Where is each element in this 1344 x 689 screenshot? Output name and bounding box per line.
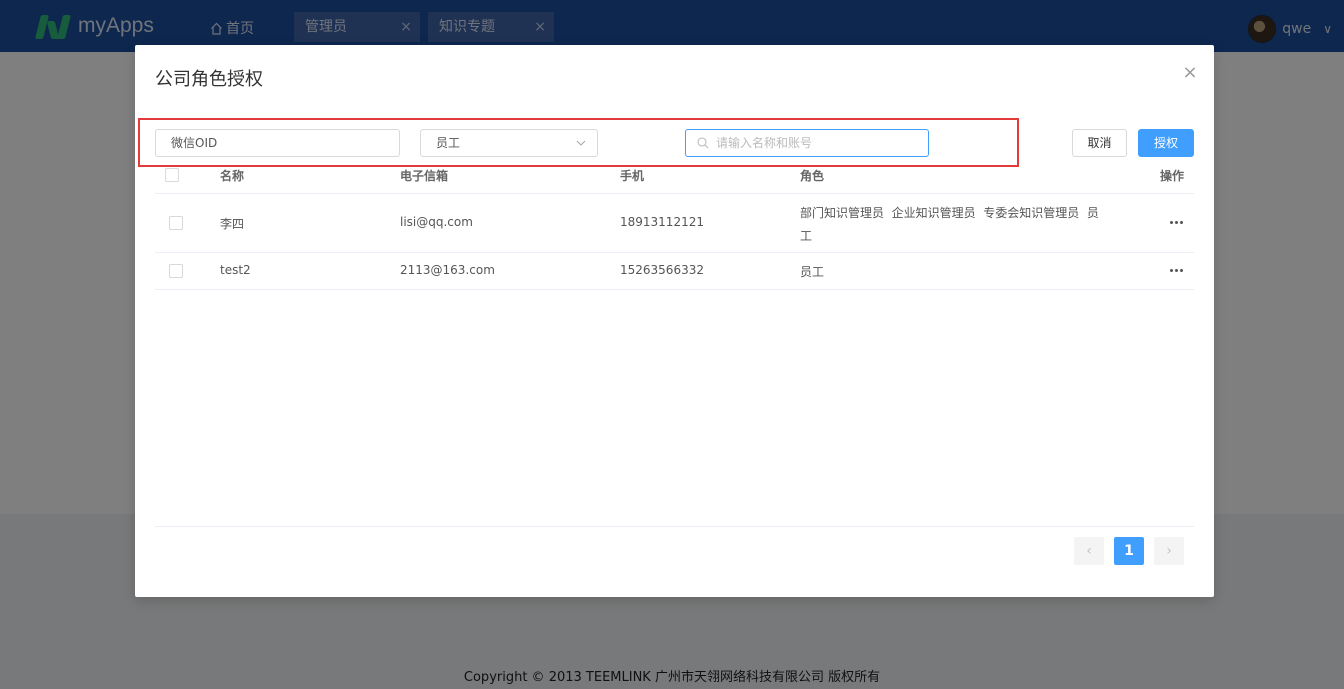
cell-phone: 18913112121 bbox=[620, 215, 704, 229]
authorize-button[interactable]: 授权 bbox=[1138, 129, 1194, 157]
column-header-name: 名称 bbox=[220, 169, 245, 183]
close-icon[interactable]: × bbox=[1182, 64, 1198, 82]
table-divider bbox=[155, 252, 1194, 253]
pagination-divider bbox=[155, 526, 1194, 527]
cell-name: 李四 bbox=[220, 217, 245, 231]
role-select[interactable]: 员工 bbox=[420, 129, 598, 157]
chevron-down-icon bbox=[576, 140, 586, 146]
role-authorize-dialog: 公司角色授权 × 微信OID 员工 请输入名称和账号 取消 授权 名称 电子信箱… bbox=[135, 45, 1214, 597]
page-1-button[interactable]: 1 bbox=[1114, 537, 1144, 565]
cell-role-wrap: 工 bbox=[800, 229, 813, 243]
role-select-value: 员工 bbox=[436, 136, 461, 150]
row-checkbox[interactable] bbox=[169, 264, 183, 278]
search-icon bbox=[697, 137, 709, 149]
cancel-button[interactable]: 取消 bbox=[1072, 129, 1127, 157]
search-placeholder: 请输入名称和账号 bbox=[716, 136, 813, 150]
table-divider bbox=[155, 289, 1194, 290]
prev-page-button[interactable]: ‹ bbox=[1074, 537, 1104, 565]
dialog-title: 公司角色授权 bbox=[155, 69, 263, 90]
cell-role: 部门知识管理员 企业知识管理员 专委会知识管理员 员 bbox=[800, 206, 1099, 220]
cell-role: 员工 bbox=[800, 265, 825, 279]
select-all-checkbox[interactable] bbox=[165, 168, 179, 182]
cell-phone: 15263566332 bbox=[620, 263, 704, 277]
table-divider bbox=[155, 193, 1194, 194]
search-input[interactable]: 请输入名称和账号 bbox=[685, 129, 929, 157]
cell-email: 2113@163.com bbox=[400, 263, 495, 277]
column-header-phone: 手机 bbox=[620, 169, 645, 183]
row-checkbox[interactable] bbox=[169, 216, 183, 230]
wechat-oid-field[interactable]: 微信OID bbox=[155, 129, 400, 157]
next-page-button[interactable]: › bbox=[1154, 537, 1184, 565]
cell-name: test2 bbox=[220, 263, 251, 277]
column-header-email: 电子信箱 bbox=[400, 169, 449, 183]
more-actions-icon[interactable] bbox=[1170, 221, 1184, 225]
column-header-actions: 操作 bbox=[1160, 169, 1185, 183]
more-actions-icon[interactable] bbox=[1170, 269, 1184, 273]
cell-email: lisi@qq.com bbox=[400, 215, 473, 229]
column-header-role: 角色 bbox=[800, 169, 825, 183]
